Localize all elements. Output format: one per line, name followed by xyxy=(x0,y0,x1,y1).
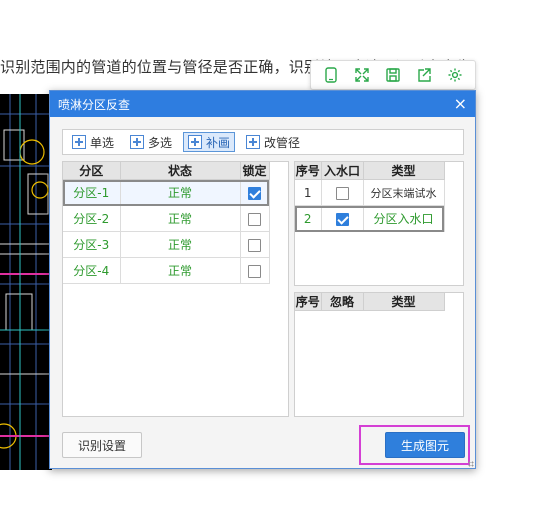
share-icon[interactable] xyxy=(413,64,435,86)
column-header-status[interactable]: 状态 xyxy=(120,162,241,180)
phone-icon[interactable] xyxy=(320,64,342,86)
zone-name: 分区-1 xyxy=(63,179,121,206)
lock-cell xyxy=(240,205,270,232)
zone-status: 正常 xyxy=(120,257,241,284)
lock-cell xyxy=(240,257,270,284)
inlet-checkbox[interactable] xyxy=(335,212,349,226)
redraw-button[interactable]: 补画 xyxy=(183,132,236,152)
inlet-panel: 序号 入水口 类型 1 分区末端试水 2 分区入水口 xyxy=(294,161,464,286)
column-header-index[interactable]: 序号 xyxy=(295,162,322,180)
column-header-ignore[interactable]: 忽略 xyxy=(321,293,364,311)
lock-checkbox[interactable] xyxy=(248,186,261,200)
column-header-zone[interactable]: 分区 xyxy=(63,162,121,180)
inlet-cell xyxy=(321,179,364,206)
row-index: 2 xyxy=(295,205,322,232)
column-header-inlet[interactable]: 入水口 xyxy=(321,162,364,180)
lock-cell xyxy=(240,179,270,206)
sprinkler-zone-dialog: 喷淋分区反查 × 单选 多选 补画 改管径 分区 状态 锁定 分区-1 正常 分… xyxy=(49,90,476,469)
column-header-type[interactable]: 类型 xyxy=(363,293,445,311)
lock-cell xyxy=(240,231,270,258)
inlet-checkbox[interactable] xyxy=(335,186,349,200)
table-row[interactable]: 分区-3 正常 xyxy=(63,231,270,258)
table-row[interactable]: 分区-4 正常 xyxy=(63,257,270,284)
gear-icon[interactable] xyxy=(444,64,466,86)
resize-grip[interactable] xyxy=(468,461,474,467)
table-row[interactable]: 1 分区末端试水 xyxy=(295,179,445,206)
plus-icon xyxy=(130,135,145,149)
zone-panel: 分区 状态 锁定 分区-1 正常 分区-2 正常 分区-3 正常 分区-4 正常 xyxy=(62,161,289,417)
close-icon[interactable]: × xyxy=(454,96,467,112)
zone-status: 正常 xyxy=(120,179,241,206)
recognition-settings-button[interactable]: 识别设置 xyxy=(62,432,142,458)
table-row[interactable]: 分区-2 正常 xyxy=(63,205,270,232)
mode-toolbar: 单选 多选 补画 改管径 xyxy=(62,129,464,155)
zone-status: 正常 xyxy=(120,231,241,258)
row-type: 分区末端试水 xyxy=(363,179,445,206)
lock-checkbox[interactable] xyxy=(248,238,261,252)
multi-select-button[interactable]: 多选 xyxy=(125,132,177,152)
plus-icon xyxy=(246,135,261,149)
zone-name: 分区-4 xyxy=(63,257,121,284)
cad-canvas[interactable] xyxy=(0,94,52,470)
zone-name: 分区-2 xyxy=(63,205,121,232)
generate-elements-button[interactable]: 生成图元 xyxy=(385,432,465,458)
column-header-type[interactable]: 类型 xyxy=(363,162,445,180)
inlet-table: 序号 入水口 类型 1 分区末端试水 2 分区入水口 xyxy=(295,162,445,232)
floating-toolbar xyxy=(310,60,476,90)
column-header-locked[interactable]: 锁定 xyxy=(240,162,270,180)
row-index: 1 xyxy=(295,179,322,206)
single-select-button[interactable]: 单选 xyxy=(67,132,119,152)
expand-icon[interactable] xyxy=(351,64,373,86)
zone-status: 正常 xyxy=(120,205,241,232)
table-row[interactable]: 分区-1 正常 xyxy=(63,179,270,206)
lock-checkbox[interactable] xyxy=(248,264,261,278)
table-row[interactable]: 2 分区入水口 xyxy=(295,205,445,232)
row-type: 分区入水口 xyxy=(363,205,445,232)
dialog-title: 喷淋分区反查 xyxy=(58,97,131,112)
lock-checkbox[interactable] xyxy=(248,212,261,226)
plus-icon xyxy=(72,135,86,149)
zone-table: 分区 状态 锁定 分区-1 正常 分区-2 正常 分区-3 正常 分区-4 正常 xyxy=(63,162,270,284)
zone-name: 分区-3 xyxy=(63,231,121,258)
save-icon[interactable] xyxy=(382,64,404,86)
cad-drawing xyxy=(0,94,52,470)
dialog-titlebar[interactable]: 喷淋分区反查 × xyxy=(50,91,475,117)
ignore-table: 序号 忽略 类型 xyxy=(295,293,445,311)
plus-icon xyxy=(188,135,203,149)
ignore-panel: 序号 忽略 类型 xyxy=(294,292,464,417)
change-pipe-size-button[interactable]: 改管径 xyxy=(241,132,305,152)
highlight-box: 生成图元 xyxy=(359,425,470,465)
inlet-cell xyxy=(321,205,364,232)
column-header-index[interactable]: 序号 xyxy=(295,293,322,311)
